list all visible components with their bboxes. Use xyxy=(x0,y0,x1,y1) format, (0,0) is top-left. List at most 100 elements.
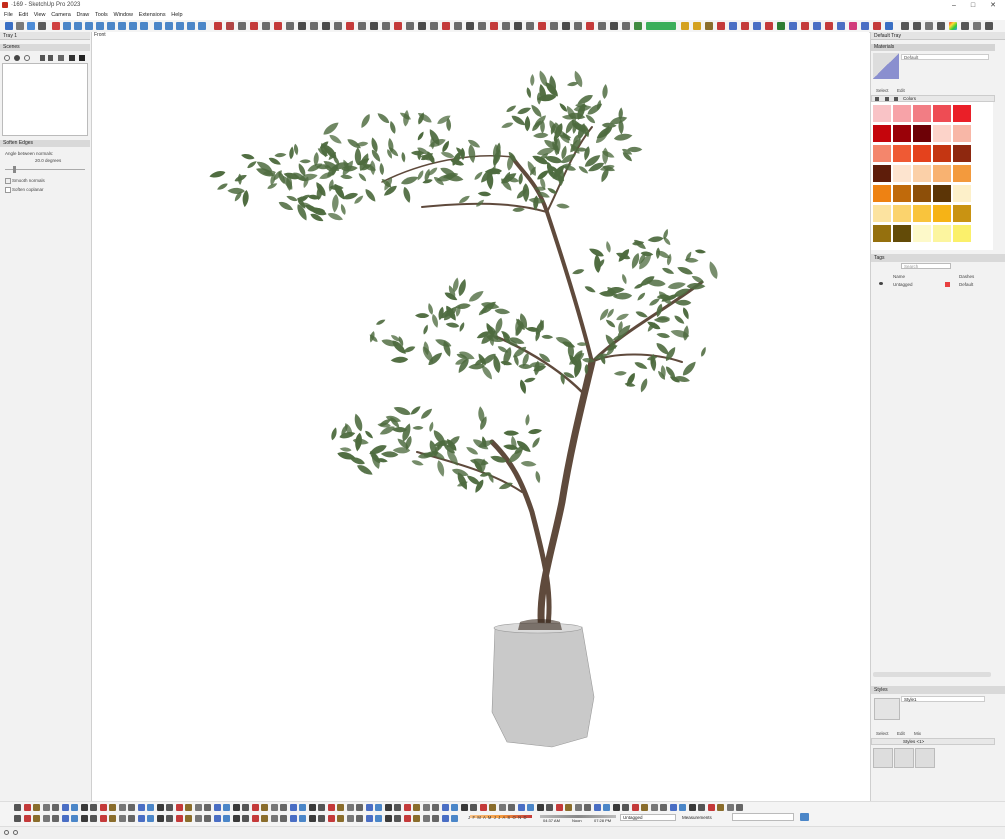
menu-tools[interactable]: Tools xyxy=(95,11,108,20)
tool-icon[interactable] xyxy=(156,804,164,811)
tool-icon[interactable] xyxy=(223,804,230,811)
tool-icon[interactable] xyxy=(422,804,430,811)
active-tag-dropdown[interactable]: Untagged xyxy=(620,814,676,821)
menu-window[interactable]: Window xyxy=(113,11,133,20)
extension-tool-53-icon[interactable] xyxy=(873,22,881,30)
tool-icon[interactable] xyxy=(261,804,268,811)
tool-icon[interactable] xyxy=(232,815,240,822)
tool-icon[interactable] xyxy=(641,804,648,811)
tool-icon[interactable] xyxy=(384,815,392,822)
extension-tool-40-icon[interactable] xyxy=(717,22,725,30)
instructor-icon[interactable] xyxy=(800,813,809,821)
tool-icon[interactable] xyxy=(194,815,202,822)
extension-tool-44-icon[interactable] xyxy=(765,22,773,30)
angle-slider-track[interactable] xyxy=(5,169,85,170)
tool-icon[interactable] xyxy=(261,815,268,822)
rotate-tool-icon[interactable] xyxy=(96,22,104,30)
material-swatch[interactable] xyxy=(953,225,971,242)
green-bar-tool-icon[interactable] xyxy=(646,22,676,30)
material-swatch[interactable] xyxy=(933,225,951,242)
tool-icon[interactable] xyxy=(61,804,69,811)
extension-tool-19-icon[interactable] xyxy=(430,22,438,30)
month-scale[interactable]: J F M A M J J A S O N D xyxy=(468,815,527,820)
material-swatch[interactable] xyxy=(953,145,971,162)
extension-tool-12-icon[interactable] xyxy=(346,22,354,30)
close-button[interactable]: ✕ xyxy=(986,1,1000,10)
extension-tool-11-icon[interactable] xyxy=(334,22,342,30)
tool-icon[interactable] xyxy=(432,815,439,822)
tool-icon[interactable] xyxy=(147,815,154,822)
view-options-icon[interactable] xyxy=(58,55,64,61)
tool-icon[interactable] xyxy=(270,815,278,822)
extension-tool-31-icon[interactable] xyxy=(574,22,582,30)
tool-icon[interactable] xyxy=(413,804,420,811)
tool-icon[interactable] xyxy=(527,804,534,811)
text-tool-icon[interactable] xyxy=(140,22,148,30)
extension-tool-51-icon[interactable] xyxy=(849,22,857,30)
tool-icon[interactable] xyxy=(223,815,230,822)
tool-icon[interactable] xyxy=(346,804,354,811)
extension-tool-41-icon[interactable] xyxy=(729,22,737,30)
menu-extensions[interactable]: Extensions xyxy=(139,11,166,20)
extension-tool-33-icon[interactable] xyxy=(598,22,606,30)
tool-icon[interactable] xyxy=(289,804,297,811)
extension-tool-2-icon[interactable] xyxy=(226,22,234,30)
tool-icon[interactable] xyxy=(508,804,515,811)
material-swatch[interactable] xyxy=(953,125,971,142)
extension-tool-34-icon[interactable] xyxy=(610,22,618,30)
walk-tool-icon[interactable] xyxy=(198,22,206,30)
material-swatch[interactable] xyxy=(893,185,911,202)
extension-tool-3-icon[interactable] xyxy=(238,22,246,30)
tool-icon[interactable] xyxy=(33,804,40,811)
extension-tool-29-icon[interactable] xyxy=(550,22,558,30)
tool-icon[interactable] xyxy=(375,815,382,822)
tags-panel-header[interactable]: Tags xyxy=(871,254,1005,262)
extension-tool-14-icon[interactable] xyxy=(370,22,378,30)
material-swatch[interactable] xyxy=(893,145,911,162)
zoom-extents-icon[interactable] xyxy=(187,22,195,30)
material-swatch[interactable] xyxy=(873,125,891,142)
tool-icon[interactable] xyxy=(213,815,221,822)
orbit-tool-icon[interactable] xyxy=(154,22,162,30)
extension-tool-48-icon[interactable] xyxy=(813,22,821,30)
extension-tool-39-icon[interactable] xyxy=(705,22,713,30)
scenes-list[interactable] xyxy=(2,63,88,136)
tool-icon[interactable] xyxy=(318,815,325,822)
extension-tool-45-icon[interactable] xyxy=(777,22,785,30)
scene-menu-icon[interactable] xyxy=(79,55,85,61)
tool-icon[interactable] xyxy=(403,815,411,822)
styles-tab-mix[interactable]: Mix xyxy=(914,731,921,736)
material-swatch[interactable] xyxy=(933,205,951,222)
tool-icon[interactable] xyxy=(242,815,249,822)
material-swatch[interactable] xyxy=(933,125,951,142)
extension-tool-38-icon[interactable] xyxy=(693,22,701,30)
tool-icon[interactable] xyxy=(327,815,335,822)
tool-icon[interactable] xyxy=(166,815,173,822)
tool-icon[interactable] xyxy=(137,804,145,811)
tool-icon[interactable] xyxy=(622,804,629,811)
tool-icon[interactable] xyxy=(80,815,88,822)
styles-library-name[interactable]: Styles <1> xyxy=(903,739,924,745)
material-swatch[interactable] xyxy=(953,205,971,222)
tool-icon[interactable] xyxy=(631,804,639,811)
extension-tool-27-icon[interactable] xyxy=(526,22,534,30)
menu-draw[interactable]: Draw xyxy=(76,11,89,20)
tool-icon[interactable] xyxy=(14,804,21,811)
select-tool-icon[interactable] xyxy=(5,22,13,30)
tool-icon[interactable] xyxy=(280,815,287,822)
tool-icon[interactable] xyxy=(489,804,496,811)
tool-icon[interactable] xyxy=(71,815,78,822)
tool-icon[interactable] xyxy=(118,815,126,822)
material-swatch[interactable] xyxy=(913,185,931,202)
material-swatch[interactable] xyxy=(873,205,891,222)
menu-file[interactable]: File xyxy=(4,11,13,20)
soften-edges-panel-header[interactable]: Soften Edges xyxy=(0,140,90,147)
tool-icon[interactable] xyxy=(185,804,192,811)
tool-icon[interactable] xyxy=(308,815,316,822)
tool-icon[interactable] xyxy=(204,815,211,822)
tool-icon[interactable] xyxy=(42,815,50,822)
extension-tool-16-icon[interactable] xyxy=(394,22,402,30)
styles-tab-select[interactable]: Select xyxy=(876,731,889,736)
tool-icon[interactable] xyxy=(679,804,686,811)
tool-icon[interactable] xyxy=(42,804,50,811)
